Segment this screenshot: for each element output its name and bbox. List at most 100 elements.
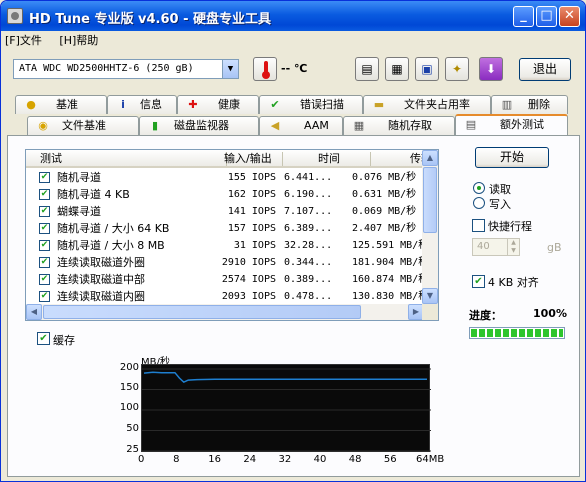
table-row[interactable]: ✔ 连续读取磁道外圈 2910 IOPS 0.344... 181.904 MB/秒: [26, 254, 428, 271]
row-test-name: 连续读取磁道外圈: [57, 256, 145, 269]
app-icon: [7, 8, 23, 24]
temperature-readout: -- ℃: [281, 62, 308, 75]
table-row[interactable]: ✔ 连续读取磁道内圈 2093 IOPS 0.478... 130.830 MB/秒: [26, 288, 428, 305]
row-time: 6.190...: [284, 189, 333, 200]
close-button[interactable]: ✕: [559, 6, 580, 27]
align-4kb-checkbox[interactable]: ✔: [472, 275, 485, 288]
progress-bar: [469, 327, 565, 339]
row-speed: 125.591 MB/秒: [352, 240, 429, 251]
read-label: 读取: [489, 183, 511, 196]
scroll-down-icon[interactable]: ▼: [422, 288, 438, 304]
row-test-name: 随机寻道 / 大小 64 KB: [57, 222, 170, 235]
tab-extra-tests[interactable]: ▤ 额外测试: [455, 114, 568, 135]
maximize-button[interactable]: □: [536, 6, 557, 27]
read-radio[interactable]: [473, 182, 485, 194]
tab-file-benchmark[interactable]: ◉ 文件基准: [27, 116, 139, 135]
disk-select[interactable]: ATA WDC WD2500HHTZ-6 (250 gB) ▼: [13, 59, 239, 79]
tab-erase[interactable]: ▥ 删除: [491, 95, 568, 114]
info-icon: i: [121, 98, 125, 111]
row-checkbox[interactable]: ✔: [39, 240, 50, 251]
main-window: HD Tune 专业版 v4.60 - 硬盘专业工具 _ □ ✕ [F]文件 […: [0, 0, 586, 482]
row-test-name: 随机寻道: [57, 171, 101, 184]
table-header: 测试 输入/输出 时间 传输: [26, 150, 432, 168]
table-row[interactable]: ✔ 随机寻道 4 KB 162 IOPS 6.190... 0.631 MB/秒: [26, 186, 424, 203]
save-icon[interactable]: ▣: [415, 57, 439, 81]
copy-screenshot-icon[interactable]: ▦: [385, 57, 409, 81]
row-io: 141 IOPS: [227, 206, 276, 217]
bar-chart-icon: ▮: [151, 119, 159, 132]
x-tick-label: 40: [313, 454, 327, 465]
row-speed: 2.407 MB/秒: [352, 223, 417, 234]
chevron-down-icon[interactable]: ▼: [222, 60, 238, 78]
x-tick-label: 16: [208, 454, 221, 465]
column-test[interactable]: 测试: [40, 150, 62, 167]
row-checkbox[interactable]: ✔: [39, 291, 50, 302]
row-time: 0.389...: [284, 274, 333, 285]
tab-folder-usage[interactable]: ▬ 文件夹占用率: [363, 95, 491, 114]
copy-text-icon[interactable]: ▤: [355, 57, 379, 81]
row-test-name: 连续读取磁道中部: [57, 273, 145, 286]
row-io: 31 IOPS: [233, 240, 276, 251]
download-icon[interactable]: ⬇: [479, 57, 503, 81]
row-time: 7.107...: [284, 206, 333, 217]
table-row[interactable]: ✔ 随机寻道 / 大小 64 KB 157 IOPS 6.389... 2.407 MB…: [26, 220, 424, 237]
trash-icon: ▥: [501, 98, 513, 111]
row-speed: 0.631 MB/秒: [352, 189, 417, 200]
scroll-left-icon[interactable]: ◀: [26, 304, 42, 320]
bulb-icon: ●: [26, 98, 36, 111]
column-time[interactable]: 时间: [318, 150, 340, 167]
results-table[interactable]: 测试 输入/输出 时间 传输 ✔ 随机寻道 155 IOPS 6.441... 0.07…: [25, 149, 439, 321]
scroll-corner: [422, 304, 438, 320]
quick-stroke-label: 快捷行程: [488, 220, 532, 233]
horizontal-scroll-thumb[interactable]: [43, 305, 361, 319]
options-icon[interactable]: ✦: [445, 57, 469, 81]
row-checkbox[interactable]: ✔: [39, 206, 50, 217]
row-speed: 130.830 MB/秒: [352, 291, 429, 302]
tab-random-access[interactable]: ▦ 随机存取: [343, 116, 455, 135]
menu-help[interactable]: [H]帮助: [59, 34, 98, 47]
row-io: 2910 IOPS: [221, 257, 276, 268]
tab-info[interactable]: i 信息: [107, 95, 177, 114]
tab-error-scan[interactable]: ✔ 错误扫描: [259, 95, 363, 114]
exit-button[interactable]: 退出: [519, 58, 571, 81]
row-io: 2093 IOPS: [221, 291, 276, 302]
start-button[interactable]: 开始: [475, 147, 549, 168]
quick-stroke-unit: gB: [547, 241, 562, 254]
title-bar[interactable]: HD Tune 专业版 v4.60 - 硬盘专业工具 _ □ ✕: [1, 1, 585, 31]
y-tick-label: 150: [119, 382, 139, 393]
y-tick-label: 25: [126, 444, 139, 455]
write-radio[interactable]: [473, 197, 485, 209]
row-checkbox[interactable]: ✔: [39, 223, 50, 234]
column-io[interactable]: 输入/输出: [224, 150, 272, 167]
row-checkbox[interactable]: ✔: [39, 172, 50, 183]
row-time: 0.344...: [284, 257, 333, 268]
cache-checkbox[interactable]: ✔: [37, 332, 50, 345]
row-test-name: 随机寻道 4 KB: [57, 188, 130, 201]
row-checkbox[interactable]: ✔: [39, 189, 50, 200]
row-checkbox[interactable]: ✔: [39, 274, 50, 285]
table-row[interactable]: ✔ 随机寻道 155 IOPS 6.441... 0.076 MB/秒: [26, 169, 424, 186]
row-checkbox[interactable]: ✔: [39, 257, 50, 268]
vertical-scrollbar[interactable]: ▲ ▼: [422, 150, 438, 304]
row-time: 0.478...: [284, 291, 333, 302]
scroll-up-icon[interactable]: ▲: [422, 150, 438, 166]
menu-file[interactable]: [F]文件: [5, 34, 42, 47]
tab-benchmark[interactable]: ● 基准: [15, 95, 107, 114]
quick-stroke-input[interactable]: 40 ▲ ▼: [472, 238, 520, 256]
horizontal-scrollbar[interactable]: ◀ ▶: [26, 304, 424, 320]
minimize-button[interactable]: _: [513, 6, 534, 27]
x-tick-label: 8: [173, 454, 180, 465]
table-row[interactable]: ✔ 随机寻道 / 大小 8 MB 31 IOPS 32.28... 125.591 MB…: [26, 237, 428, 254]
table-row[interactable]: ✔ 蝴蝶寻道 141 IOPS 7.107... 0.069 MB/秒: [26, 203, 424, 220]
table-row[interactable]: ✔ 连续读取磁道中部 2574 IOPS 0.389... 160.874 MB/秒: [26, 271, 428, 288]
row-speed: 181.904 MB/秒: [352, 257, 429, 268]
x-tick-label: 24: [243, 454, 257, 465]
vertical-scroll-thumb[interactable]: [423, 167, 437, 233]
quick-stroke-checkbox[interactable]: [472, 219, 485, 232]
tab-disk-monitor[interactable]: ▮ 磁盘监视器: [139, 116, 259, 135]
tab-health[interactable]: ✚ 健康: [177, 95, 259, 114]
menu-bar: [F]文件 [H]帮助: [5, 32, 112, 50]
stepper-icon[interactable]: ▲ ▼: [507, 239, 519, 255]
tab-aam[interactable]: ◀ AAM: [259, 116, 343, 135]
x-tick-label: 56: [383, 454, 397, 465]
